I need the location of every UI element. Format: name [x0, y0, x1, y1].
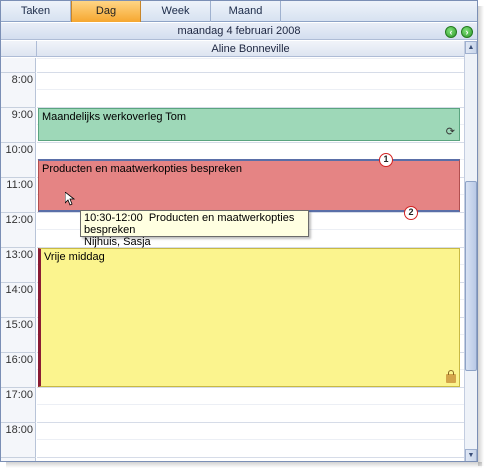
- tooltip-line-1: 10:30-12:00 Producten en maatwerkopties …: [84, 212, 305, 236]
- tab-week[interactable]: Week: [141, 1, 211, 22]
- appointment-title: Maandelijks werkoverleg Tom: [42, 111, 187, 123]
- tooltip-time: 10:30-12:00: [84, 212, 143, 224]
- hour-divider: [1, 387, 36, 388]
- tab-taken[interactable]: Taken: [1, 1, 71, 22]
- hour-label: 15:00: [5, 319, 33, 331]
- hour-divider: [1, 72, 36, 73]
- slot-line: [37, 404, 464, 405]
- scroll-up-icon[interactable]: ▲: [465, 41, 477, 54]
- appointment-producten[interactable]: Producten en maatwerkopties bespreken: [38, 159, 460, 212]
- slot-line: [37, 142, 464, 143]
- hour-divider: [1, 107, 36, 108]
- tab-dag[interactable]: Dag: [71, 1, 141, 22]
- scrollbar-thumb[interactable]: [465, 181, 477, 371]
- calendar-window: Taken Dag Week Maand maandag 4 februari …: [0, 0, 478, 462]
- time-column: 8:00 9:00 10:00 11:00 12:00 13:00 14:00 …: [1, 58, 36, 461]
- hour-label: 17:00: [5, 389, 33, 401]
- resource-name: Aline Bonneville: [211, 43, 290, 55]
- hour-divider: [1, 212, 36, 213]
- view-tab-bar: Taken Dag Week Maand: [1, 1, 477, 22]
- appointment-title: Vrije middag: [44, 251, 105, 263]
- hour-label: 8:00: [11, 74, 33, 86]
- hour-label: 13:00: [5, 249, 33, 261]
- hour-divider: [1, 352, 36, 353]
- tooltip-person: Nijhuis, Sasja: [84, 236, 151, 248]
- appointment-vrije-middag[interactable]: Vrije middag: [38, 248, 460, 387]
- scroll-down-icon[interactable]: ▼: [465, 449, 477, 461]
- date-label: maandag 4 februari 2008: [177, 25, 301, 37]
- lock-icon: [446, 370, 456, 383]
- slot-line: [37, 422, 464, 423]
- resource-header: Aline Bonneville: [36, 41, 464, 57]
- slot-line: [37, 72, 464, 73]
- callout-marker-2: 2: [404, 206, 418, 220]
- slot-line: [37, 439, 464, 440]
- hour-divider: [1, 317, 36, 318]
- hour-divider: [1, 247, 36, 248]
- date-header: maandag 4 februari 2008 ‹ ›: [1, 23, 477, 40]
- hour-label: 18:00: [5, 424, 33, 436]
- hour-divider: [1, 457, 36, 458]
- previous-day-button[interactable]: ‹: [445, 26, 457, 38]
- hour-label: 12:00: [5, 214, 33, 226]
- next-day-button[interactable]: ›: [461, 26, 473, 38]
- slot-line: [37, 89, 464, 90]
- recurrence-icon: ⟳: [445, 126, 455, 138]
- callout-marker-1: 1: [379, 153, 393, 167]
- slot-line: [37, 457, 464, 458]
- appointment-tooltip: 10:30-12:00 Producten en maatwerkopties …: [80, 210, 309, 248]
- slot-line: [37, 58, 464, 59]
- slot-line: [37, 387, 464, 388]
- hour-divider: [1, 142, 36, 143]
- tab-maand[interactable]: Maand: [211, 1, 281, 22]
- hour-label: 14:00: [5, 284, 33, 296]
- vertical-scrollbar[interactable]: ▲ ▼: [464, 41, 477, 461]
- window-shadow: [478, 6, 484, 466]
- hour-label: 16:00: [5, 354, 33, 366]
- hour-divider: [1, 177, 36, 178]
- hour-divider: [1, 282, 36, 283]
- appointment-title: Producten en maatwerkopties bespreken: [42, 163, 242, 175]
- appointment-werkoverleg[interactable]: Maandelijks werkoverleg Tom ⟳: [38, 108, 460, 141]
- mouse-cursor-icon: [65, 192, 75, 206]
- window-shadow: [6, 462, 482, 468]
- hour-divider: [1, 422, 36, 423]
- hour-label: 10:00: [5, 144, 33, 156]
- hour-label: 11:00: [6, 179, 33, 191]
- header-corner: [1, 41, 36, 57]
- hour-label: 9:00: [11, 109, 33, 121]
